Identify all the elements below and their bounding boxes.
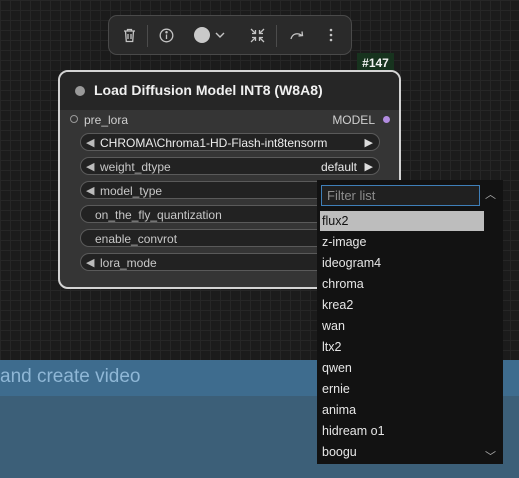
widget-value: default xyxy=(320,160,357,174)
option-item[interactable]: krea2 xyxy=(320,295,484,315)
widget-label: enable_convrot xyxy=(95,232,178,246)
selection-toolbar xyxy=(108,15,352,55)
redo-arrow-icon[interactable] xyxy=(288,26,306,44)
widget-label: weight_dtype xyxy=(100,160,171,174)
node-header[interactable]: Load Diffusion Model INT8 (W8A8) xyxy=(60,72,399,110)
output-slot-label: MODEL xyxy=(332,113,375,127)
arrow-left-icon[interactable]: ◀ xyxy=(86,184,94,197)
scroll-down-icon[interactable]: ﹀ xyxy=(485,448,496,464)
widget-weight-dtype[interactable]: ◀ weight_dtype default ▶ xyxy=(80,157,380,175)
arrow-left-icon[interactable]: ◀ xyxy=(86,256,94,269)
trash-icon[interactable] xyxy=(120,26,138,44)
option-item[interactable]: ideogram4 xyxy=(320,253,484,273)
toolbar-separator xyxy=(276,25,277,47)
widget-label: lora_mode xyxy=(100,256,157,270)
widget-label: on_the_fly_quantization xyxy=(95,208,222,222)
info-icon[interactable] xyxy=(157,26,175,44)
option-item[interactable]: wan xyxy=(320,316,484,336)
collapse-icon[interactable] xyxy=(248,26,266,44)
arrow-left-icon[interactable]: ◀ xyxy=(86,160,94,173)
color-circle-icon[interactable] xyxy=(192,26,212,44)
option-item[interactable]: flux2 xyxy=(320,211,484,231)
option-item[interactable]: chroma xyxy=(320,274,484,294)
chevron-down-icon[interactable] xyxy=(213,26,227,44)
option-item[interactable]: hidream o1 xyxy=(320,421,484,441)
widget-label: model_type xyxy=(100,184,163,198)
output-slot-dot-icon[interactable] xyxy=(383,116,390,123)
arrow-left-icon[interactable]: ◀ xyxy=(86,136,94,149)
filter-list-input[interactable] xyxy=(321,185,480,206)
group-title: and create video xyxy=(0,366,141,387)
option-list: flux2 z-image ideogram4 chroma krea2 wan… xyxy=(320,211,484,463)
option-item[interactable]: ernie xyxy=(320,379,484,399)
option-item[interactable]: qwen xyxy=(320,358,484,378)
scroll-up-icon[interactable]: ︿ xyxy=(485,186,496,202)
input-slot-label: pre_lora xyxy=(84,113,129,127)
widget-label: CHROMA\Chroma1-HD-Flash-int8tensorm xyxy=(100,136,328,150)
option-item[interactable]: z-image xyxy=(320,232,484,252)
collapse-dot-icon[interactable] xyxy=(75,86,85,96)
more-vertical-icon[interactable] xyxy=(324,26,338,44)
option-item[interactable]: boogu xyxy=(320,442,484,462)
option-item[interactable]: anima xyxy=(320,400,484,420)
option-item[interactable]: ltx2 xyxy=(320,337,484,357)
arrow-right-icon[interactable]: ▶ xyxy=(365,136,373,149)
model-type-dropdown[interactable]: ︿ flux2 z-image ideogram4 chroma krea2 w… xyxy=(317,180,503,464)
toolbar-separator xyxy=(147,25,148,47)
node-title: Load Diffusion Model INT8 (W8A8) xyxy=(94,82,323,98)
input-slot-dot-icon[interactable] xyxy=(70,115,78,123)
widget-unet-name[interactable]: ◀ CHROMA\Chroma1-HD-Flash-int8tensorm ▶ xyxy=(80,133,380,151)
arrow-right-icon[interactable]: ▶ xyxy=(365,160,373,173)
